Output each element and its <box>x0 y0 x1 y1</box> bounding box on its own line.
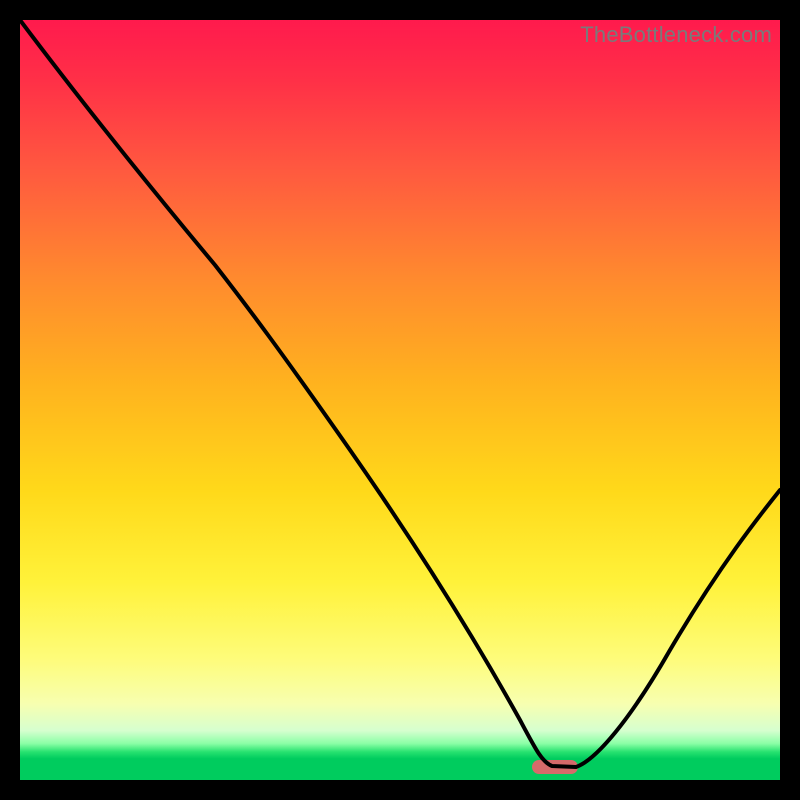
chart-frame: TheBottleneck.com <box>0 0 800 800</box>
optimal-marker <box>532 760 578 774</box>
plot-area: TheBottleneck.com <box>20 20 780 780</box>
curve-line <box>20 20 780 780</box>
watermark-text: TheBottleneck.com <box>580 22 772 48</box>
